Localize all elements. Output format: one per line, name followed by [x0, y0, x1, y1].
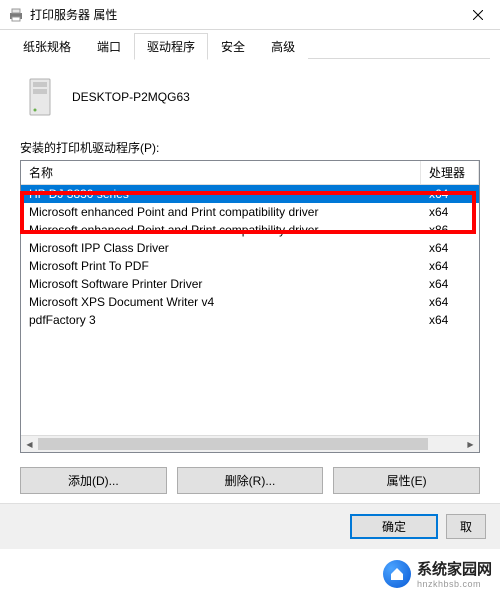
driver-name: HP DJ 3830 series [21, 186, 421, 202]
cancel-button[interactable]: 取 [446, 514, 486, 539]
scroll-left-button[interactable]: ◀ [21, 436, 38, 452]
driver-processor: x64 [421, 186, 479, 202]
driver-name: Microsoft Software Printer Driver [21, 276, 421, 292]
watermark: 系统家园网 hnzkhbsb.com [379, 556, 496, 591]
driver-processor: x64 [421, 294, 479, 310]
tab-1[interactable]: 端口 [84, 33, 134, 59]
driver-row[interactable]: Microsoft enhanced Point and Print compa… [21, 221, 479, 239]
close-button[interactable] [455, 0, 500, 30]
dialog-button-bar: 确定 取 [0, 503, 500, 549]
server-row: DESKTOP-P2MQG63 [24, 77, 480, 117]
tab-4[interactable]: 高级 [258, 33, 308, 59]
driver-list: 名称 处理器 HP DJ 3830 seriesx64Microsoft enh… [20, 160, 480, 453]
driver-row[interactable]: Microsoft enhanced Point and Print compa… [21, 203, 479, 221]
window-title: 打印服务器 属性 [30, 6, 455, 23]
driver-processor: x64 [421, 276, 479, 292]
server-name: DESKTOP-P2MQG63 [72, 90, 190, 104]
properties-button[interactable]: 属性(E) [333, 467, 480, 494]
driver-row[interactable]: HP DJ 3830 seriesx64 [21, 185, 479, 203]
driver-processor: x86 [421, 222, 479, 238]
column-name[interactable]: 名称 [21, 161, 421, 184]
add-button[interactable]: 添加(D)... [20, 467, 167, 494]
column-processor[interactable]: 处理器 [421, 161, 479, 184]
driver-name: pdfFactory 3 [21, 312, 421, 328]
server-icon [24, 77, 56, 117]
ok-button[interactable]: 确定 [350, 514, 438, 539]
section-label: 安装的打印机驱动程序(P): [20, 139, 480, 156]
scroll-thumb[interactable] [38, 438, 428, 450]
titlebar: 打印服务器 属性 [0, 0, 500, 30]
driver-processor: x64 [421, 312, 479, 328]
horizontal-scrollbar[interactable]: ◀ ▶ [21, 435, 479, 452]
list-body[interactable]: HP DJ 3830 seriesx64Microsoft enhanced P… [21, 185, 479, 435]
driver-row[interactable]: Microsoft Print To PDFx64 [21, 257, 479, 275]
watermark-url: hnzkhbsb.com [417, 579, 492, 589]
driver-name: Microsoft IPP Class Driver [21, 240, 421, 256]
list-header: 名称 处理器 [21, 161, 479, 185]
tab-2[interactable]: 驱动程序 [134, 33, 208, 60]
driver-name: Microsoft enhanced Point and Print compa… [21, 204, 421, 220]
driver-name: Microsoft XPS Document Writer v4 [21, 294, 421, 310]
remove-button[interactable]: 删除(R)... [177, 467, 324, 494]
driver-name: Microsoft enhanced Point and Print compa… [21, 222, 421, 238]
tab-3[interactable]: 安全 [208, 33, 258, 59]
driver-row[interactable]: Microsoft Software Printer Driverx64 [21, 275, 479, 293]
driver-processor: x64 [421, 204, 479, 220]
driver-name: Microsoft Print To PDF [21, 258, 421, 274]
driver-processor: x64 [421, 240, 479, 256]
watermark-text: 系统家园网 [417, 558, 492, 579]
tab-0[interactable]: 纸张规格 [10, 33, 84, 59]
scroll-right-button[interactable]: ▶ [462, 436, 479, 452]
driver-processor: x64 [421, 258, 479, 274]
driver-row[interactable]: pdfFactory 3x64 [21, 311, 479, 329]
watermark-logo-icon [383, 560, 411, 588]
printer-icon [8, 7, 24, 23]
driver-row[interactable]: Microsoft IPP Class Driverx64 [21, 239, 479, 257]
tab-strip: 纸张规格端口驱动程序安全高级 [0, 30, 500, 59]
driver-row[interactable]: Microsoft XPS Document Writer v4x64 [21, 293, 479, 311]
